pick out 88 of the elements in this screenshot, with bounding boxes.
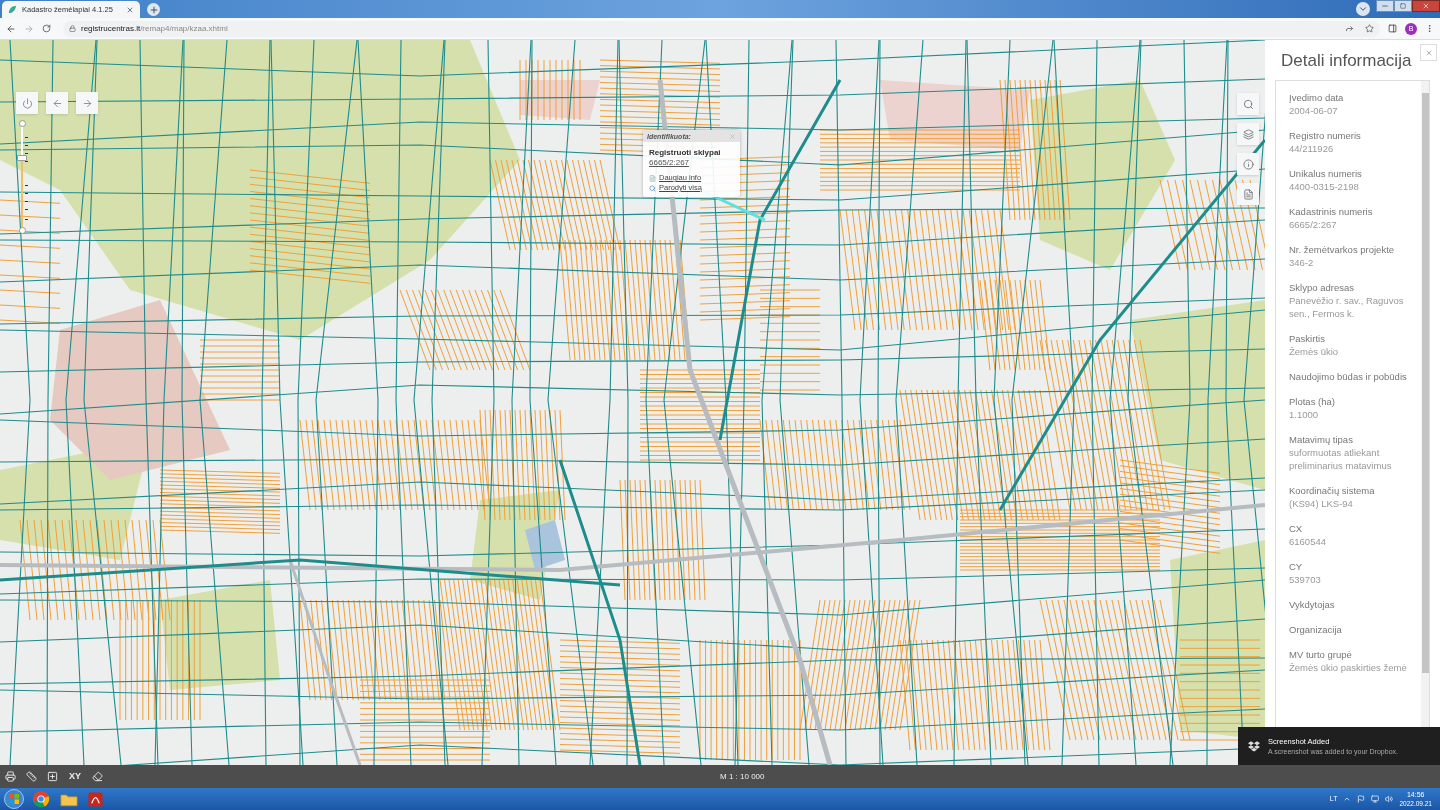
close-button[interactable] xyxy=(1420,44,1437,61)
field-label: Organizacija xyxy=(1289,623,1343,636)
pdf-app-icon[interactable] xyxy=(88,791,103,807)
panel-title: Detali informacija xyxy=(1281,50,1412,72)
field-value: 2004-06-07 xyxy=(1289,104,1339,117)
field-label: Sklypo adresas xyxy=(1289,281,1355,294)
field-value: 539703 xyxy=(1289,573,1322,586)
folder-icon[interactable] xyxy=(60,791,78,807)
info-icon xyxy=(1242,158,1254,170)
field-value: 4400-0315-2198 xyxy=(1289,180,1360,193)
minimize-icon xyxy=(1381,2,1389,10)
browser-app-icon[interactable] xyxy=(32,790,50,808)
field-label: Nr. žemėtvarkos projekte xyxy=(1289,243,1396,256)
coordinates-button[interactable]: XY xyxy=(68,772,82,781)
leaf-icon xyxy=(8,5,17,14)
back-icon[interactable] xyxy=(6,23,16,34)
field-label: Įvedimo data xyxy=(1289,91,1345,104)
zoom-slider-thumb[interactable] xyxy=(17,155,27,161)
document-icon xyxy=(1242,188,1254,200)
field-label: Registro numeris xyxy=(1289,129,1362,142)
power-icon xyxy=(21,97,33,109)
maximize-button[interactable] xyxy=(1394,0,1412,12)
reload-icon[interactable] xyxy=(42,24,51,33)
share-icon[interactable] xyxy=(1345,24,1354,33)
url-text: registrucentras.lt/remap4/map/kzaa.xhtml xyxy=(81,24,228,33)
field-label: Paskirtis xyxy=(1289,332,1326,345)
scrollbar-thumb[interactable] xyxy=(1421,93,1429,673)
close-icon xyxy=(1424,48,1433,57)
open-box-icon xyxy=(1248,740,1260,752)
side-panel-icon[interactable] xyxy=(1388,24,1397,33)
field-value: 6665/2:267 xyxy=(1289,218,1338,231)
close-icon[interactable] xyxy=(126,5,134,14)
map-tool-button[interactable] xyxy=(1237,183,1259,205)
field-label: Unikalus numeris xyxy=(1289,167,1363,180)
field-value: suformuotas atliekant preliminarius matavimus xyxy=(1289,446,1393,472)
search-icon xyxy=(649,184,656,192)
field-label: MV turto grupė xyxy=(1289,648,1353,661)
field-value: (KS94) LKS-94 xyxy=(1289,497,1354,510)
field-label: CY xyxy=(1289,560,1304,573)
document-icon xyxy=(649,174,656,182)
map-tool-button[interactable] xyxy=(1237,153,1259,175)
address-bar[interactable]: registrucentras.lt/remap4/map/kzaa.xhtml xyxy=(63,20,1380,37)
close-window-button[interactable] xyxy=(1412,0,1440,12)
layers-icon xyxy=(1242,128,1254,140)
parcel-link[interactable]: 6665/2:267 xyxy=(649,158,734,168)
field-value: 346-2 xyxy=(1289,256,1315,269)
field-label: Vykdytojas xyxy=(1289,598,1336,611)
field-value: Žemės ūkio xyxy=(1289,345,1340,358)
zoom-in-icon[interactable] xyxy=(18,120,26,127)
minimize-button[interactable] xyxy=(1376,0,1394,12)
arrow-left-icon xyxy=(51,97,63,109)
power-button[interactable] xyxy=(16,92,38,114)
arrow-right-icon xyxy=(81,97,93,109)
zoom-out-icon[interactable] xyxy=(18,227,26,234)
close-icon xyxy=(1422,2,1430,10)
speaker-icon[interactable] xyxy=(1385,795,1394,803)
map-tool-button[interactable] xyxy=(1237,93,1259,115)
field-value: Panevėžio r. sav., Raguvos sen., Fermos k. xyxy=(1289,294,1405,320)
field-label: Naudojimo būdas ir pobūdis xyxy=(1289,370,1408,383)
tab-search-icon[interactable] xyxy=(1356,2,1370,16)
field-value: 6160544 xyxy=(1289,535,1327,548)
forward-button[interactable] xyxy=(76,92,98,114)
popup-heading: Registruoti sklypai xyxy=(649,148,722,158)
field-value: Žemės ūkio paskirties žemė xyxy=(1289,661,1408,674)
search-icon xyxy=(1242,98,1254,110)
lock-icon xyxy=(69,25,76,32)
map-tool-button[interactable] xyxy=(1237,123,1259,145)
map-scale: M 1 : 10 000 xyxy=(720,770,765,783)
field-value: 44/211926 xyxy=(1289,142,1335,155)
field-label: Matavimų tipas xyxy=(1289,433,1354,446)
ruler-icon[interactable] xyxy=(26,771,37,782)
menu-icon[interactable] xyxy=(1425,24,1434,33)
star-icon[interactable] xyxy=(1365,24,1374,33)
start-button-icon[interactable] xyxy=(4,789,24,809)
flag-icon[interactable] xyxy=(1357,795,1366,803)
chevron-up-icon[interactable] xyxy=(1343,795,1352,803)
square-plus-icon[interactable] xyxy=(47,771,58,782)
eraser-icon[interactable] xyxy=(92,771,103,782)
field-label: CX xyxy=(1289,522,1304,535)
field-value: 1.1000 xyxy=(1289,408,1320,421)
field-label: Plotas (ha) xyxy=(1289,395,1336,408)
maximize-icon xyxy=(1400,3,1406,9)
new-tab-icon[interactable] xyxy=(147,3,160,16)
network-icon[interactable] xyxy=(1371,795,1380,803)
field-label: Koordinačių sistema xyxy=(1289,484,1376,497)
printer-icon[interactable] xyxy=(5,771,16,782)
back-button[interactable] xyxy=(46,92,68,114)
field-label: Kadastrinis numeris xyxy=(1289,205,1374,218)
